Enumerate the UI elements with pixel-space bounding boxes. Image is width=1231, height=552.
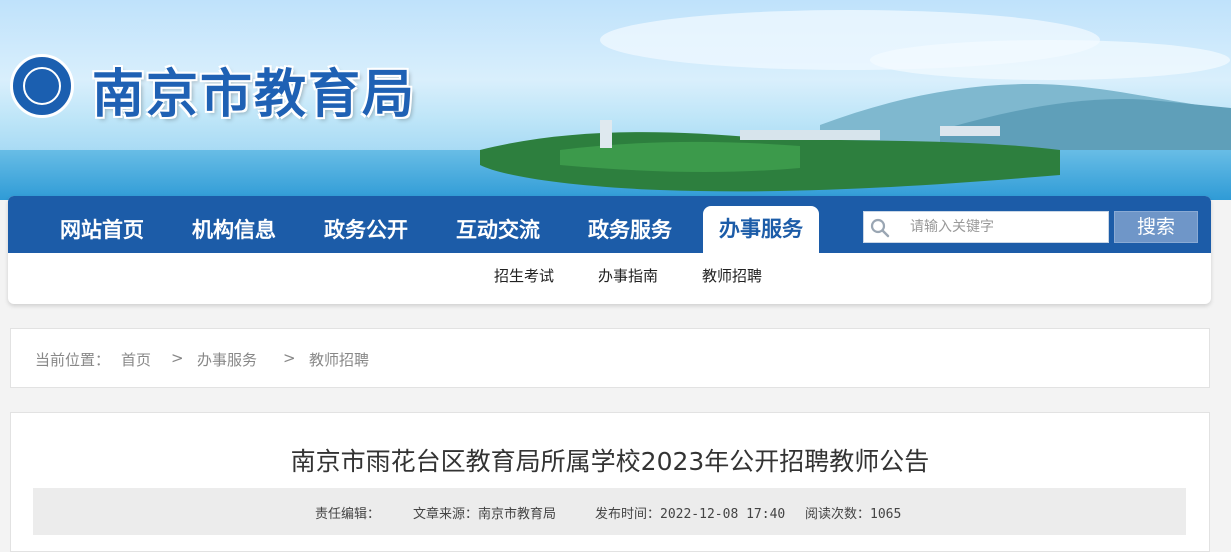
meta-views: 阅读次数：1065 — [805, 507, 902, 522]
breadcrumb-services[interactable]: 办事服务 — [197, 349, 257, 370]
breadcrumb-teacher-recruitment[interactable]: 教师招聘 — [309, 349, 369, 370]
search-button[interactable]: 搜索 — [1114, 211, 1198, 243]
site-title[interactable]: 南京市教育局 — [92, 52, 416, 127]
breadcrumb-separator: > — [283, 349, 296, 367]
nav-bar: 网站首页 机构信息 政务公开 互动交流 政务服务 办事服务 搜索 — [8, 196, 1211, 253]
nav-item-interaction[interactable]: 互动交流 — [456, 196, 540, 253]
main-navigation: 网站首页 机构信息 政务公开 互动交流 政务服务 办事服务 搜索 招生考试 办事… — [8, 196, 1211, 304]
breadcrumb-home[interactable]: 首页 — [121, 349, 151, 370]
meta-published: 发布时间：2022-12-08 17:40 — [595, 507, 786, 522]
sub-navigation: 招生考试 办事指南 教师招聘 — [8, 253, 1211, 304]
nav-item-gov-services[interactable]: 政务服务 — [588, 196, 672, 253]
nav-item-services-active[interactable]: 办事服务 — [703, 206, 819, 253]
meta-editor: 责任编辑： — [315, 507, 381, 522]
breadcrumb: 当前位置： 首页 > 办事服务 > 教师招聘 — [10, 328, 1210, 388]
logo-emblem[interactable] — [10, 54, 74, 118]
breadcrumb-separator: > — [171, 349, 184, 367]
search-icon — [870, 218, 890, 238]
header-banner: 南京市教育局 — [0, 0, 1231, 200]
nav-item-gov-affairs[interactable]: 政务公开 — [324, 196, 408, 253]
search-box — [863, 211, 1109, 243]
meta-source: 文章来源：南京市教育局 — [413, 507, 557, 522]
article-title: 南京市雨花台区教育局所属学校2023年公开招聘教师公告 — [290, 447, 930, 476]
subnav-item-teacher-recruitment[interactable]: 教师招聘 — [702, 265, 762, 286]
nav-item-organization[interactable]: 机构信息 — [192, 196, 276, 253]
article-panel: 南京市雨花台区教育局所属学校2023年公开招聘教师公告 责任编辑： 文章来源：南… — [10, 412, 1210, 552]
nav-item-home[interactable]: 网站首页 — [60, 196, 144, 253]
subnav-item-guide[interactable]: 办事指南 — [598, 265, 658, 286]
article-meta-bar: 责任编辑： 文章来源：南京市教育局 发布时间：2022-12-08 17:40 … — [33, 488, 1186, 535]
breadcrumb-prefix: 当前位置： — [35, 351, 111, 369]
subnav-item-admissions[interactable]: 招生考试 — [494, 265, 554, 286]
search-input[interactable] — [900, 212, 1100, 242]
